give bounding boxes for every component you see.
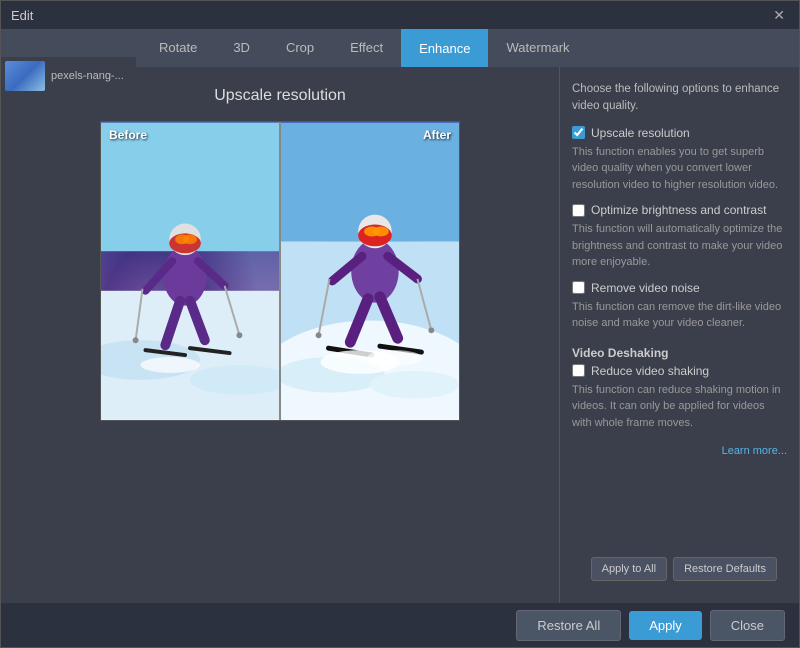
tab-bar: pexels-nang-... Rotate 3D Crop Effect En… — [1, 29, 799, 67]
shaking-label[interactable]: Reduce video shaking — [591, 364, 709, 378]
restore-defaults-button[interactable]: Restore Defaults — [673, 557, 777, 581]
shaking-checkbox[interactable] — [572, 364, 585, 377]
section-intro: Choose the following options to enhance … — [572, 81, 787, 116]
options-panel: Choose the following options to enhance … — [559, 67, 799, 603]
restore-all-button[interactable]: Restore All — [516, 610, 621, 641]
title-bar: Edit ✕ — [1, 1, 799, 29]
noise-label[interactable]: Remove video noise — [591, 281, 700, 295]
brightness-label[interactable]: Optimize brightness and contrast — [591, 203, 766, 217]
upscale-checkbox[interactable] — [572, 126, 585, 139]
brightness-checkbox[interactable] — [572, 204, 585, 217]
preview-panel: Upscale resolution Before — [1, 67, 559, 603]
brightness-desc: This function will automatically optimiz… — [572, 221, 787, 271]
thumbnail-label: pexels-nang-... — [51, 70, 124, 82]
tab-enhance[interactable]: Enhance — [401, 29, 488, 67]
video-thumbnail[interactable]: pexels-nang-... — [1, 57, 136, 95]
upscale-label[interactable]: Upscale resolution — [591, 126, 690, 140]
noise-desc: This function can remove the dirt-like v… — [572, 299, 787, 332]
title-bar-left: Edit — [11, 8, 33, 23]
after-label: After — [423, 128, 451, 142]
upscale-desc: This function enables you to get superb … — [572, 144, 787, 194]
tab-3d[interactable]: 3D — [215, 29, 268, 67]
close-button[interactable]: Close — [710, 610, 785, 641]
before-label: Before — [109, 128, 147, 142]
before-image — [101, 122, 279, 420]
edit-window: Edit ✕ pexels-nang-... Rotate 3D Crop Ef… — [0, 0, 800, 648]
preview-container: Before — [100, 121, 460, 421]
preview-before: Before — [101, 122, 279, 420]
noise-checkbox[interactable] — [572, 281, 585, 294]
noise-option-row: Remove video noise — [572, 281, 787, 295]
preview-after: After — [281, 122, 459, 420]
apply-button[interactable]: Apply — [629, 611, 702, 640]
tab-effect[interactable]: Effect — [332, 29, 401, 67]
apply-to-all-button[interactable]: Apply to All — [591, 557, 667, 581]
learn-more-link[interactable]: Learn more... — [572, 445, 787, 457]
brightness-option-row: Optimize brightness and contrast — [572, 203, 787, 217]
window-close-button[interactable]: ✕ — [769, 5, 789, 26]
thumbnail-image — [5, 61, 45, 91]
upscale-option-row: Upscale resolution — [572, 126, 787, 140]
shaking-desc: This function can reduce shaking motion … — [572, 382, 787, 432]
preview-title: Upscale resolution — [214, 87, 346, 105]
deshaking-heading: Video Deshaking — [572, 346, 787, 360]
after-image — [281, 122, 459, 420]
window-title: Edit — [11, 8, 33, 23]
main-content: Upscale resolution Before — [1, 67, 799, 603]
secondary-buttons: Apply to All Restore Defaults — [572, 549, 787, 589]
shaking-option-row: Reduce video shaking — [572, 364, 787, 378]
footer: Restore All Apply Close — [1, 603, 799, 647]
tab-crop[interactable]: Crop — [268, 29, 332, 67]
tab-rotate[interactable]: Rotate — [141, 29, 215, 67]
tab-watermark[interactable]: Watermark — [488, 29, 587, 67]
